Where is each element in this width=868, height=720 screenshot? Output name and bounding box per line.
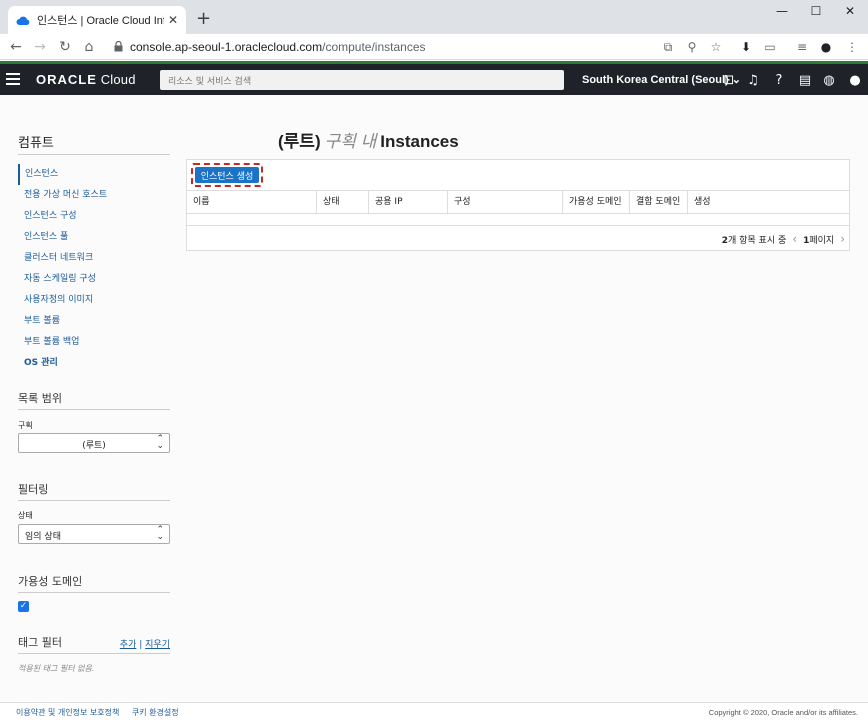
region-selector[interactable]: South Korea Central (Seoul) ⌄ [582,73,741,86]
copyright: Copyright © 2020, Oracle and/or its affi… [708,708,858,717]
sidebar-item-instances[interactable]: 인스턴스 [18,164,170,185]
table-header: 이름 상태 공용 IP 구성 가용성 도메인 결함 도메인 생성 [187,190,849,214]
page-title-instances: Instances [380,132,459,151]
oracle-cloud-logo[interactable]: ORACLE Cloud [36,72,136,87]
availability-domain-checkbox[interactable]: ✓ [18,601,29,612]
bookmark-star-icon[interactable]: ☆ [708,39,724,55]
footer-links: 이용약관 및 개인정보 보호정책 쿠키 환경설정 [16,707,189,718]
column-shape[interactable]: 구성 [448,191,563,213]
terms-privacy-link[interactable]: 이용약관 및 개인정보 보호정책 [16,708,119,717]
next-page-icon[interactable]: › [840,232,845,246]
back-icon[interactable]: ← [7,38,25,56]
close-window-icon[interactable]: ✕ [840,3,860,19]
state-value: 임의 상태 [25,532,61,542]
address-bar[interactable]: console.ap-seoul-1.oraclecloud.com/compu… [130,40,426,54]
list-scope-title: 목록 범위 [18,392,62,405]
state-label: 상태 [18,511,33,520]
home-icon[interactable]: ⌂ [80,38,98,56]
tag-filter-title: 태그 필터 [18,636,62,649]
browser-toolbar: ← → ↻ ⌂ console.ap-seoul-1.oraclecloud.c… [0,34,868,60]
sidebar-item-os-management[interactable]: OS 관리 [18,353,170,374]
cast-icon[interactable]: ▭ [762,39,778,55]
sidebar-nav: 인스턴스 전용 가상 머신 호스트 인스턴스 구성 인스턴스 풀 클러스터 네트… [18,164,170,374]
search-input[interactable]: 리소스 및 서비스 검색 [160,70,564,90]
url-host: console.ap-seoul-1.oraclecloud.com [130,40,323,54]
sidebar-item-dedicated-vm-hosts[interactable]: 전용 가상 머신 호스트 [18,185,170,206]
column-created[interactable]: 생성 [688,191,849,213]
divider [18,154,170,155]
sidebar-item-boot-volume-backups[interactable]: 부트 볼륨 백업 [18,332,170,353]
profile-icon[interactable]: ● [818,39,834,55]
column-availability-domain[interactable]: 가용성 도메인 [563,191,630,213]
create-instance-button[interactable]: 인스턴스 생성 [195,167,259,183]
column-fault-domain[interactable]: 결함 도메인 [630,191,688,213]
tag-add-link[interactable]: 추가 [120,640,137,650]
column-public-ip[interactable]: 공용 IP [369,191,448,213]
compartment-select[interactable]: (루트) ⌃ ⌄ [18,433,170,453]
tab-title: 인스턴스 | Oracle Cloud Infrastr [37,15,164,27]
console-header: ORACLE Cloud 리소스 및 서비스 검색 South Korea Ce… [0,61,868,95]
forward-icon[interactable]: → [31,38,49,56]
select-arrows-icon: ⌃ ⌄ [156,525,164,542]
feedback-icon[interactable]: ▤ [796,71,814,89]
page-title: (루트) 구획 내 Instances [278,127,459,152]
browser-tab[interactable]: 인스턴스 | Oracle Cloud Infrastr ✕ [8,6,186,34]
divider [18,500,170,501]
select-arrows-icon: ⌃ ⌄ [156,434,164,451]
sidebar-item-custom-images[interactable]: 사용자정의 이미지 [18,290,170,311]
no-tag-filters-text: 적용된 태그 필터 없음. [18,664,95,673]
close-icon[interactable]: ✕ [168,13,178,27]
page-number-text: 1페이지 [803,235,835,246]
tag-clear-link[interactable]: 지우기 [145,640,170,650]
sidebar-item-autoscaling[interactable]: 자동 스케일링 구성 [18,269,170,290]
table-empty-row [187,214,849,226]
filter-title: 필터링 [18,483,49,496]
browser-tabstrip: 인스턴스 | Oracle Cloud Infrastr ✕ + — ☐ ✕ [0,0,868,34]
notification-bell-icon[interactable]: ♫ [744,71,762,89]
column-name[interactable]: 이름 [187,191,317,213]
sidebar-item-cluster-networks[interactable]: 클러스터 네트워크 [18,248,170,269]
pagination: 2개 항목 표시 중 ‹ 1페이지 › [722,232,845,246]
column-state[interactable]: 상태 [317,191,369,213]
footer: 이용약관 및 개인정보 보호정책 쿠키 환경설정 Copyright © 202… [0,702,868,720]
divider [18,592,170,593]
sidebar-item-instance-configurations[interactable]: 인스턴스 구성 [18,206,170,227]
item-count-text: 2개 항목 표시 중 [721,235,787,246]
download-extension-icon[interactable]: ⬇ [738,39,754,55]
menu-dots-icon[interactable]: ⋮ [844,39,860,55]
lock-icon [114,41,123,52]
divider [18,653,170,654]
tag-separator: | [139,640,143,650]
sidebar-title: 컴퓨트 [18,136,54,151]
maximize-icon[interactable]: ☐ [806,3,826,19]
prev-page-icon[interactable]: ‹ [792,232,797,246]
tag-filter-links: 추가 | 지우기 [120,637,170,650]
reading-list-icon[interactable]: ≡ [794,39,810,55]
instances-table-panel: 인스턴스 생성 이름 상태 공용 IP 구성 가용성 도메인 결함 도메인 생성… [186,159,850,251]
user-profile-icon[interactable]: ● [846,71,864,89]
url-path: /compute/instances [322,40,426,54]
help-icon[interactable]: ? [770,71,788,89]
page-title-compartment: (루트) [278,132,321,151]
cloud-shell-icon[interactable]: ⊡ [720,71,738,89]
cookie-preferences-link[interactable]: 쿠키 환경설정 [132,708,179,717]
globe-language-icon[interactable]: ◍ [820,71,838,89]
sidebar-item-instance-pools[interactable]: 인스턴스 풀 [18,227,170,248]
reload-icon[interactable]: ↻ [56,38,74,56]
divider [18,409,170,410]
create-instance-highlight: 인스턴스 생성 [191,163,263,187]
hamburger-menu-icon[interactable] [6,73,20,85]
compartment-value: (루트) [82,441,106,451]
availability-domain-title: 가용성 도메인 [18,575,83,588]
state-select[interactable]: 임의 상태 ⌃ ⌄ [18,524,170,544]
compartment-label: 구획 [18,421,33,430]
minimize-icon[interactable]: — [772,3,792,19]
new-tab-button[interactable]: + [196,10,211,28]
page-title-in-compartment: 구획 내 [324,132,377,151]
sidebar-item-boot-volumes[interactable]: 부트 볼륨 [18,311,170,332]
zoom-icon[interactable]: ⚲ [684,39,700,55]
cloud-icon [16,16,30,25]
translate-icon[interactable]: ⧉ [660,39,676,55]
